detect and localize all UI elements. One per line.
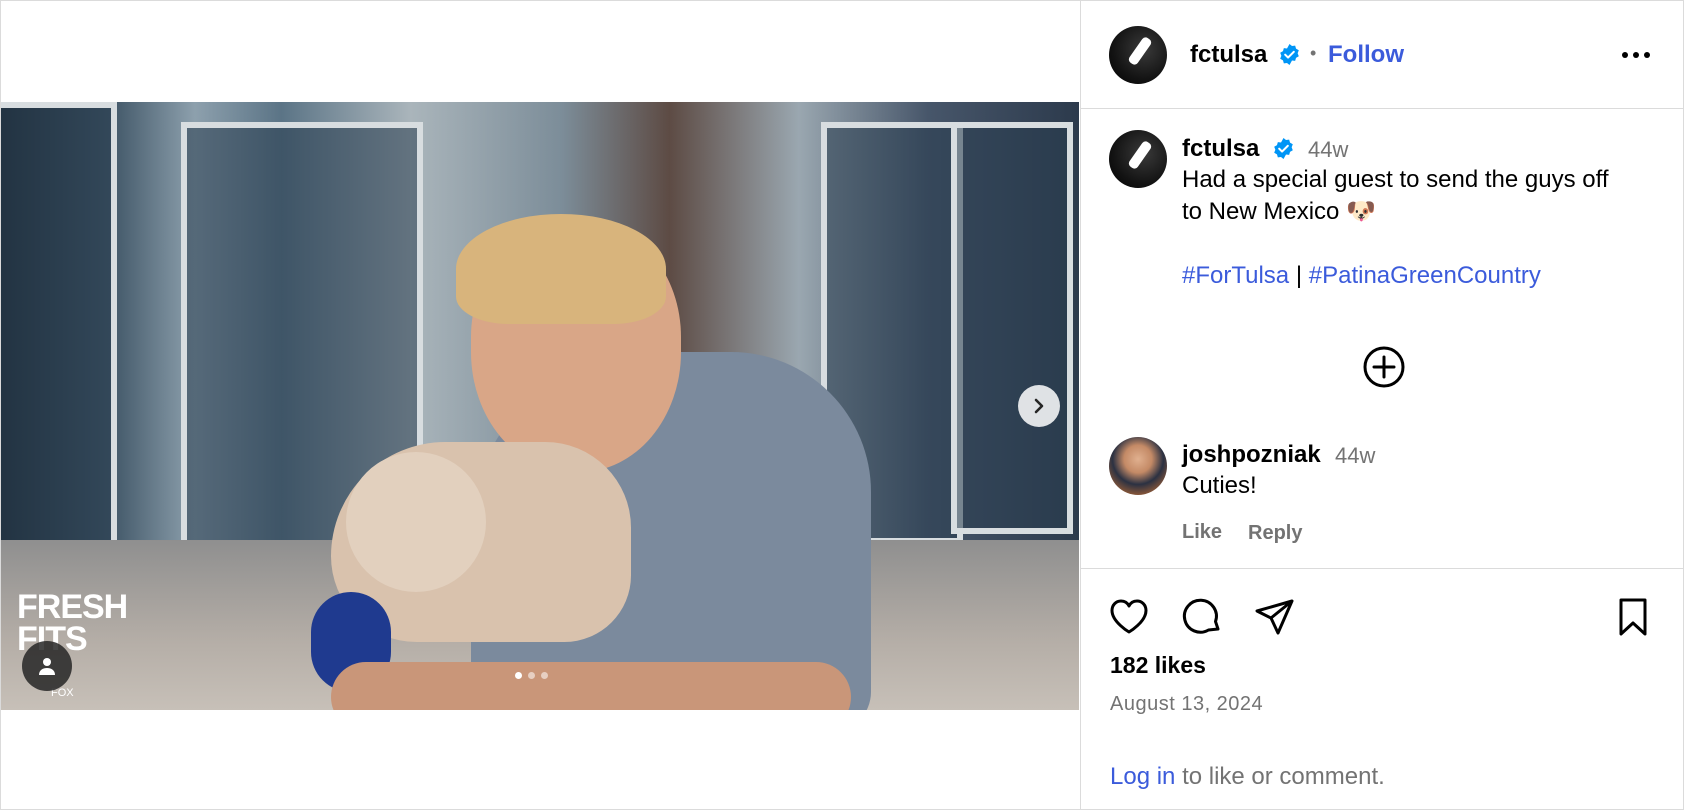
building-window (1, 102, 117, 584)
share-icon[interactable] (1253, 595, 1297, 639)
account-username[interactable]: fctulsa (1190, 41, 1267, 69)
comment-text: Cuties! (1182, 472, 1257, 499)
bookmark-icon[interactable] (1611, 595, 1655, 639)
carousel-indicator (515, 672, 548, 679)
carousel-dot (528, 672, 535, 679)
caption-username[interactable]: fctulsa (1182, 135, 1259, 163)
follow-button[interactable]: Follow (1328, 41, 1404, 69)
comment-reply-button[interactable]: Reply (1248, 522, 1302, 545)
caption-hashtags: #ForTulsa | #PatinaGreenCountry (1182, 260, 1662, 292)
caption-timestamp[interactable]: 44w (1308, 137, 1348, 163)
post-actions: 182 likes August 13, 2024 Log in to like… (1081, 568, 1684, 810)
post-photo[interactable] (1, 102, 1079, 710)
caption-avatar[interactable] (1109, 130, 1167, 188)
heart-icon[interactable] (1107, 595, 1151, 639)
person-hair (456, 214, 666, 324)
post-header: fctulsa • Follow (1081, 1, 1684, 109)
media-panel: FRESH FITS FOX CLEANERS (1, 1, 1079, 809)
likes-count[interactable]: 182 likes (1110, 652, 1206, 679)
hashtag-link[interactable]: #PatinaGreenCountry (1309, 262, 1541, 289)
hashtag-link[interactable]: #ForTulsa (1182, 262, 1289, 289)
post-details-panel: fctulsa • Follow fctulsa 44w Had a speci… (1080, 1, 1684, 809)
login-prompt: Log in to like or comment. (1110, 763, 1385, 791)
hashtag-separator: | (1295, 262, 1303, 289)
caption-line: to New Mexico 🐶 (1182, 198, 1376, 225)
carousel-next-button[interactable] (1018, 385, 1060, 427)
comment-timestamp[interactable]: 44w (1335, 443, 1375, 469)
more-options-icon[interactable] (1616, 43, 1656, 67)
commenter-username[interactable]: joshpozniak (1182, 441, 1321, 469)
comment-like-button[interactable]: Like (1182, 521, 1222, 544)
login-prompt-text: to like or comment. (1182, 763, 1385, 790)
carousel-dot (515, 672, 522, 679)
comment-icon[interactable] (1181, 595, 1225, 639)
user-tag-icon (39, 658, 55, 675)
dog-head (346, 452, 486, 592)
person-arm (331, 662, 851, 710)
brand-logo-sub: FOX CLEANERS (51, 687, 111, 731)
post-caption: Had a special guest to send the guys off… (1182, 164, 1662, 292)
add-circle-icon[interactable] (1361, 344, 1407, 390)
post-date[interactable]: August 13, 2024 (1110, 693, 1263, 716)
user-tag-button[interactable] (22, 641, 72, 691)
account-avatar[interactable] (1109, 26, 1167, 84)
caption-line: Had a special guest to send the guys off (1182, 166, 1609, 193)
building-window (951, 122, 1073, 534)
commenter-avatar[interactable] (1109, 437, 1167, 495)
login-link[interactable]: Log in (1110, 763, 1175, 790)
chevron-right-icon (1034, 398, 1044, 414)
verified-badge-icon (1280, 43, 1299, 66)
verified-badge-icon (1274, 137, 1293, 160)
separator-dot: • (1310, 43, 1317, 63)
carousel-dot (541, 672, 548, 679)
